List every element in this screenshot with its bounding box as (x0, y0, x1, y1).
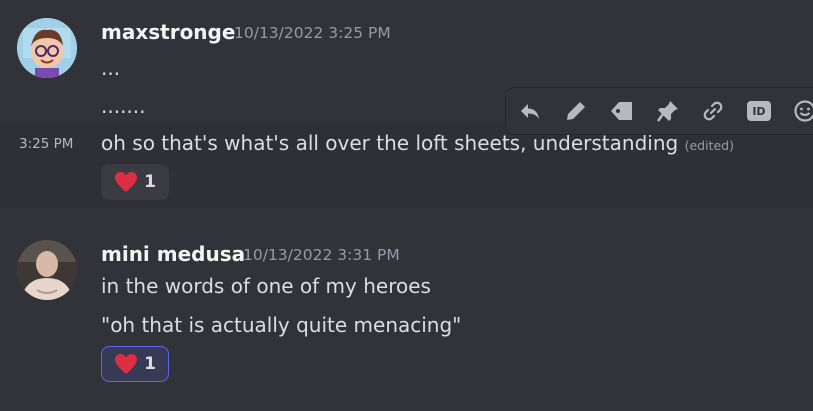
message-actions-toolbar: ID (505, 87, 813, 135)
reply-icon (521, 104, 540, 119)
reaction-button[interactable]: 1 (101, 164, 169, 200)
message-text: "oh that is actually quite menacing" (101, 313, 462, 337)
add-reaction-button[interactable] (788, 93, 813, 129)
message-group-mini-medusa: mini medusa 10/13/2022 3:31 PM in the wo… (0, 208, 813, 411)
reply-button[interactable] (514, 93, 547, 129)
reaction-count: 1 (144, 354, 156, 374)
message-timestamp[interactable]: 10/13/2022 3:31 PM (243, 246, 400, 264)
username[interactable]: mini medusa (101, 242, 245, 266)
pin-icon (656, 101, 678, 122)
id-label: ID (752, 104, 766, 118)
tag-button[interactable] (605, 93, 638, 129)
chat-log: maxstronge 10/13/2022 3:25 PM ... ......… (0, 0, 813, 411)
avatar[interactable] (17, 240, 77, 300)
avatar-photo-icon (17, 240, 77, 300)
link-icon (703, 101, 723, 121)
edit-icon (567, 102, 586, 120)
message-text: ....... (101, 94, 146, 118)
heart-icon (115, 354, 138, 374)
message-text: ... (101, 56, 121, 80)
heart-icon (115, 172, 138, 192)
message-side-timestamp[interactable]: 3:25 PM (19, 136, 73, 152)
reaction-button[interactable]: 1 (101, 346, 169, 382)
edit-button[interactable] (560, 93, 593, 129)
avatar[interactable] (17, 18, 77, 78)
tag-icon (610, 102, 632, 120)
username[interactable]: maxstronge (101, 20, 235, 44)
reaction-count: 1 (144, 172, 156, 192)
avatar-cartoon-icon (17, 18, 77, 78)
add-reaction-icon (794, 100, 813, 122)
copy-id-button[interactable]: ID (743, 93, 776, 129)
copy-link-button[interactable] (697, 93, 730, 129)
pin-button[interactable] (651, 93, 684, 129)
edited-label: (edited) (684, 138, 734, 153)
message-timestamp[interactable]: 10/13/2022 3:25 PM (234, 24, 391, 42)
message-text: in the words of one of my heroes (101, 274, 431, 298)
